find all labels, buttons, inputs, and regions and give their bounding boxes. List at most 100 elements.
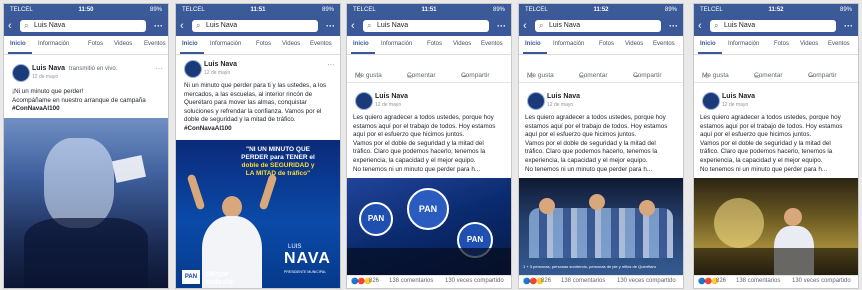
avatar[interactable] <box>355 92 373 110</box>
clock: 11:50 <box>78 7 94 13</box>
tab-informacion[interactable]: Información <box>381 41 412 47</box>
reaction-count[interactable]: 826 <box>541 278 551 284</box>
screenshot-2: TELCEL 11:51 89% ‹ ⌕ Luis Nava ··· Inici… <box>176 4 340 288</box>
tab-informacion[interactable]: Información <box>38 41 69 47</box>
tab-fotos[interactable]: Fotos <box>256 41 271 47</box>
comment-count[interactable]: 138 comentarios <box>736 278 780 284</box>
clock: 11:52 <box>768 7 784 13</box>
back-arrow-icon[interactable]: ‹ <box>523 19 527 33</box>
hashtag[interactable]: #ConNavaAl100 <box>184 125 336 134</box>
tab-informacion[interactable]: Información <box>210 41 241 47</box>
back-arrow-icon[interactable]: ‹ <box>8 19 12 33</box>
comment-count[interactable]: 138 comentarios <box>561 278 605 284</box>
reaction-icons[interactable]: 🔵🔴🟡 <box>351 278 371 285</box>
reaction-icons[interactable]: 🔵🔴🟡 <box>523 278 543 285</box>
reaction-count[interactable]: 826 <box>716 278 726 284</box>
tab-informacion[interactable]: Información <box>553 41 584 47</box>
post-line: Vamos por el doble de seguridad y la mit… <box>700 139 831 147</box>
tab-eventos[interactable]: Eventos <box>828 41 850 47</box>
tab-eventos[interactable]: Eventos <box>653 41 675 47</box>
post-author[interactable]: Luis Nava <box>204 61 237 68</box>
post-line: soluciones y refrendar la confianza. Vam… <box>184 107 322 115</box>
tab-eventos[interactable]: Eventos <box>310 41 332 47</box>
reaction-icons[interactable]: 🔵🔴🟡 <box>698 278 718 285</box>
post-line: No tenemos ni un minuto que perder para … <box>700 165 828 173</box>
tab-videos[interactable]: Videos <box>282 41 300 47</box>
tab-informacion[interactable]: Información <box>728 41 759 47</box>
search-input[interactable]: ⌕ Luis Nava <box>192 20 318 32</box>
post-author[interactable]: Luis Nava <box>32 65 65 72</box>
post-photo[interactable]: PAN PAN PAN <box>347 178 511 276</box>
active-tab-indicator <box>698 52 722 54</box>
comment-count[interactable]: 138 comentarios <box>389 278 433 284</box>
tab-videos[interactable]: Videos <box>453 41 471 47</box>
post-author[interactable]: Luis Nava <box>547 93 580 100</box>
share-count[interactable]: 130 veces compartido <box>617 278 676 284</box>
campaign-poster[interactable]: "NI UN MINUTO QUE PERDER para TENER el d… <box>176 140 340 288</box>
tab-inicio[interactable]: Inicio <box>182 41 198 47</box>
post-line: estamos aquí por el trabajo de todos. Ho… <box>700 122 843 130</box>
tab-inicio[interactable]: Inicio <box>10 41 26 47</box>
status-bar: TELCEL 11:52 89% <box>694 4 858 16</box>
tab-fotos[interactable]: Fotos <box>599 41 614 47</box>
post-author[interactable]: Luis Nava <box>375 93 408 100</box>
tab-inicio[interactable]: Inicio <box>525 41 541 47</box>
more-icon[interactable]: ··· <box>327 60 335 69</box>
post-photo[interactable] <box>694 178 858 276</box>
tab-eventos[interactable]: Eventos <box>481 41 503 47</box>
avatar[interactable] <box>184 60 202 78</box>
poster-brand-sub: PRESIDENTE MUNICIPAL <box>284 270 327 274</box>
comment-label: Comentar <box>579 72 608 79</box>
live-video[interactable] <box>4 118 168 288</box>
post-line: estamos aquí por el trabajo de todos. Ho… <box>525 122 668 130</box>
post-line: experiencia, la capacidad y el mejor equ… <box>700 156 823 164</box>
tab-fotos[interactable]: Fotos <box>774 41 789 47</box>
battery: 89% <box>149 7 162 13</box>
search-input[interactable]: ⌕ Luis Nava <box>535 20 661 32</box>
like-label: Me gusta <box>355 72 382 79</box>
post-author[interactable]: Luis Nava <box>722 93 755 100</box>
post-date: 12 de mayo <box>722 102 749 108</box>
avatar[interactable] <box>12 64 30 82</box>
tab-videos[interactable]: Videos <box>114 41 132 47</box>
more-icon[interactable]: ··· <box>669 19 678 33</box>
hashtag[interactable]: #ConNavaAl100 <box>12 105 162 114</box>
post-text: ¡Ni un minuto que perder! Acompáñame en … <box>12 88 162 114</box>
tab-videos[interactable]: Videos <box>800 41 818 47</box>
share-count[interactable]: 130 veces compartido <box>792 278 851 284</box>
tab-fotos[interactable]: Fotos <box>427 41 442 47</box>
tab-videos[interactable]: Videos <box>625 41 643 47</box>
more-icon[interactable]: ··· <box>497 19 506 33</box>
post-date: 12 de mayo <box>204 70 231 76</box>
post-photo[interactable]: 1 + 3 personas, personas sonriendo, pers… <box>519 178 683 276</box>
more-icon[interactable]: ··· <box>844 19 853 33</box>
stage-light <box>44 138 114 228</box>
avatar[interactable] <box>527 92 545 110</box>
search-input[interactable]: ⌕ Luis Nava <box>710 20 836 32</box>
avatar[interactable] <box>702 92 720 110</box>
reaction-count[interactable]: 826 <box>369 278 379 284</box>
tab-fotos[interactable]: Fotos <box>88 41 103 47</box>
back-arrow-icon[interactable]: ‹ <box>180 19 184 33</box>
post-line: doble de seguridad y la mitad de tráfico… <box>184 116 296 124</box>
post-line: tráfico. Claro que podemos hacerlo, tene… <box>525 148 658 156</box>
battery: 89% <box>664 7 677 13</box>
search-input[interactable]: ⌕ Luis Nava <box>363 20 489 32</box>
search-input[interactable]: ⌕ Luis Nava <box>20 20 146 32</box>
tab-eventos[interactable]: Eventos <box>144 41 166 47</box>
tab-inicio[interactable]: Inicio <box>353 41 369 47</box>
back-arrow-icon[interactable]: ‹ <box>698 19 702 33</box>
more-icon[interactable]: ··· <box>155 64 163 73</box>
post-footer: 🔵🔴🟡 826 138 comentarios 130 veces compar… <box>347 275 511 288</box>
screenshot-5: TELCEL 11:52 89% ‹ ⌕ Luis Nava ··· Inici… <box>694 4 858 288</box>
stage-light <box>714 198 764 248</box>
share-count[interactable]: 130 veces compartido <box>445 278 504 284</box>
more-icon[interactable]: ··· <box>154 19 163 33</box>
post-action: transmitió en vivo. <box>69 66 118 72</box>
top-bar: ‹ ⌕ Luis Nava ··· <box>4 16 168 36</box>
search-icon: ⌕ <box>714 21 719 30</box>
search-icon: ⌕ <box>367 21 372 30</box>
back-arrow-icon[interactable]: ‹ <box>351 19 355 33</box>
tab-inicio[interactable]: Inicio <box>700 41 716 47</box>
more-icon[interactable]: ··· <box>326 19 335 33</box>
